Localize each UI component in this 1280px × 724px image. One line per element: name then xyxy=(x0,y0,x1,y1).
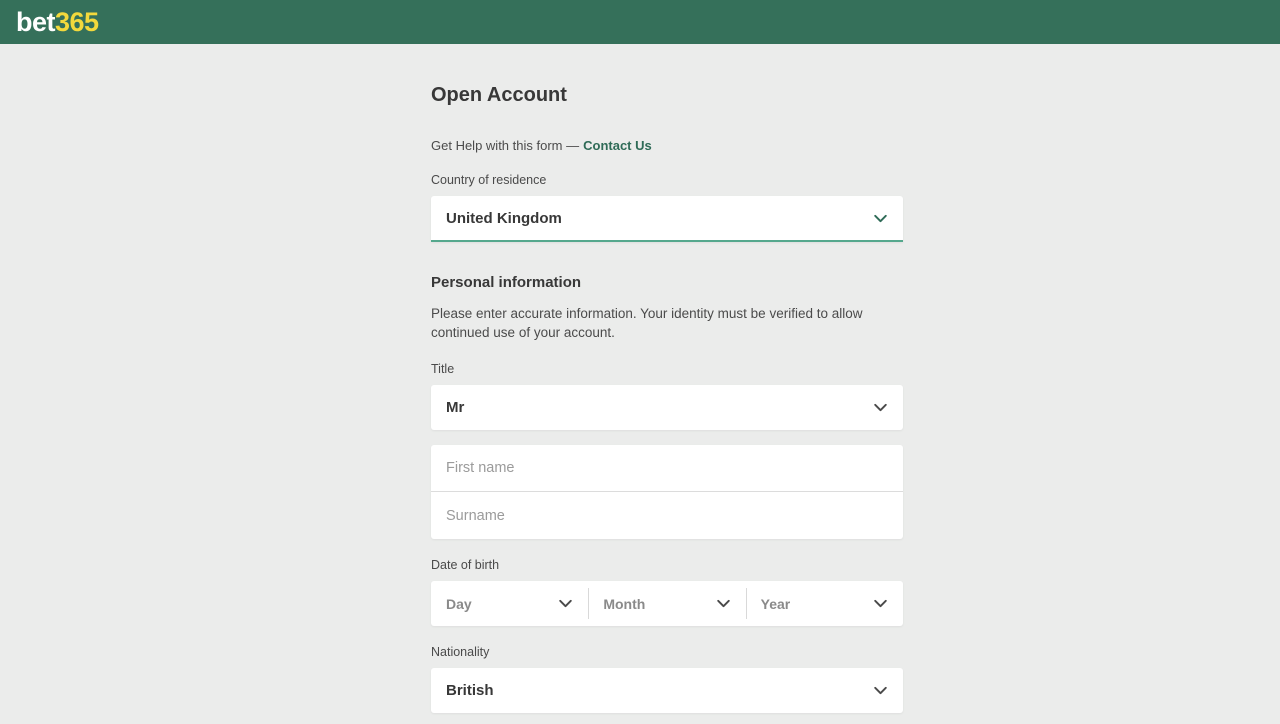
logo-text-bet: bet xyxy=(16,7,55,37)
title-select[interactable]: Mr xyxy=(431,385,903,430)
first-name-input[interactable] xyxy=(431,445,903,492)
title-label: Title xyxy=(431,362,903,376)
surname-input[interactable] xyxy=(431,492,903,539)
app-header: bet365 xyxy=(0,0,1280,44)
chevron-down-icon xyxy=(872,595,889,612)
nationality-select-value: British xyxy=(446,682,494,699)
chevron-down-icon xyxy=(715,595,732,612)
main-content: Open Account Get Help with this form — Co… xyxy=(0,84,1280,713)
open-account-form: Open Account Get Help with this form — Co… xyxy=(431,84,903,713)
nationality-select[interactable]: British xyxy=(431,668,903,713)
logo-text-365: 365 xyxy=(55,7,99,37)
title-select-value: Mr xyxy=(446,399,464,416)
dob-day-value: Day xyxy=(446,596,472,612)
date-of-birth-group: Day Month Year xyxy=(431,581,903,626)
chevron-down-icon xyxy=(872,682,889,699)
country-select[interactable]: United Kingdom xyxy=(431,196,903,242)
country-select-value: United Kingdom xyxy=(446,210,562,227)
dob-month-value: Month xyxy=(603,596,645,612)
dob-month-select[interactable]: Month xyxy=(588,581,745,626)
personal-information-description: Please enter accurate information. Your … xyxy=(431,304,903,342)
dob-year-select[interactable]: Year xyxy=(746,581,903,626)
contact-us-link[interactable]: Contact Us xyxy=(583,138,652,153)
name-fields-group xyxy=(431,445,903,539)
help-line: Get Help with this form — Contact Us xyxy=(431,138,903,153)
chevron-down-icon xyxy=(557,595,574,612)
country-of-residence-label: Country of residence xyxy=(431,173,903,187)
chevron-down-icon xyxy=(872,210,889,227)
personal-information-heading: Personal information xyxy=(431,274,903,291)
dob-year-value: Year xyxy=(761,596,791,612)
chevron-down-icon xyxy=(872,399,889,416)
date-of-birth-label: Date of birth xyxy=(431,558,903,572)
bet365-logo: bet365 xyxy=(16,9,99,36)
nationality-label: Nationality xyxy=(431,645,903,659)
dob-day-select[interactable]: Day xyxy=(431,581,588,626)
help-text: Get Help with this form — xyxy=(431,138,579,153)
page-title: Open Account xyxy=(431,84,903,107)
